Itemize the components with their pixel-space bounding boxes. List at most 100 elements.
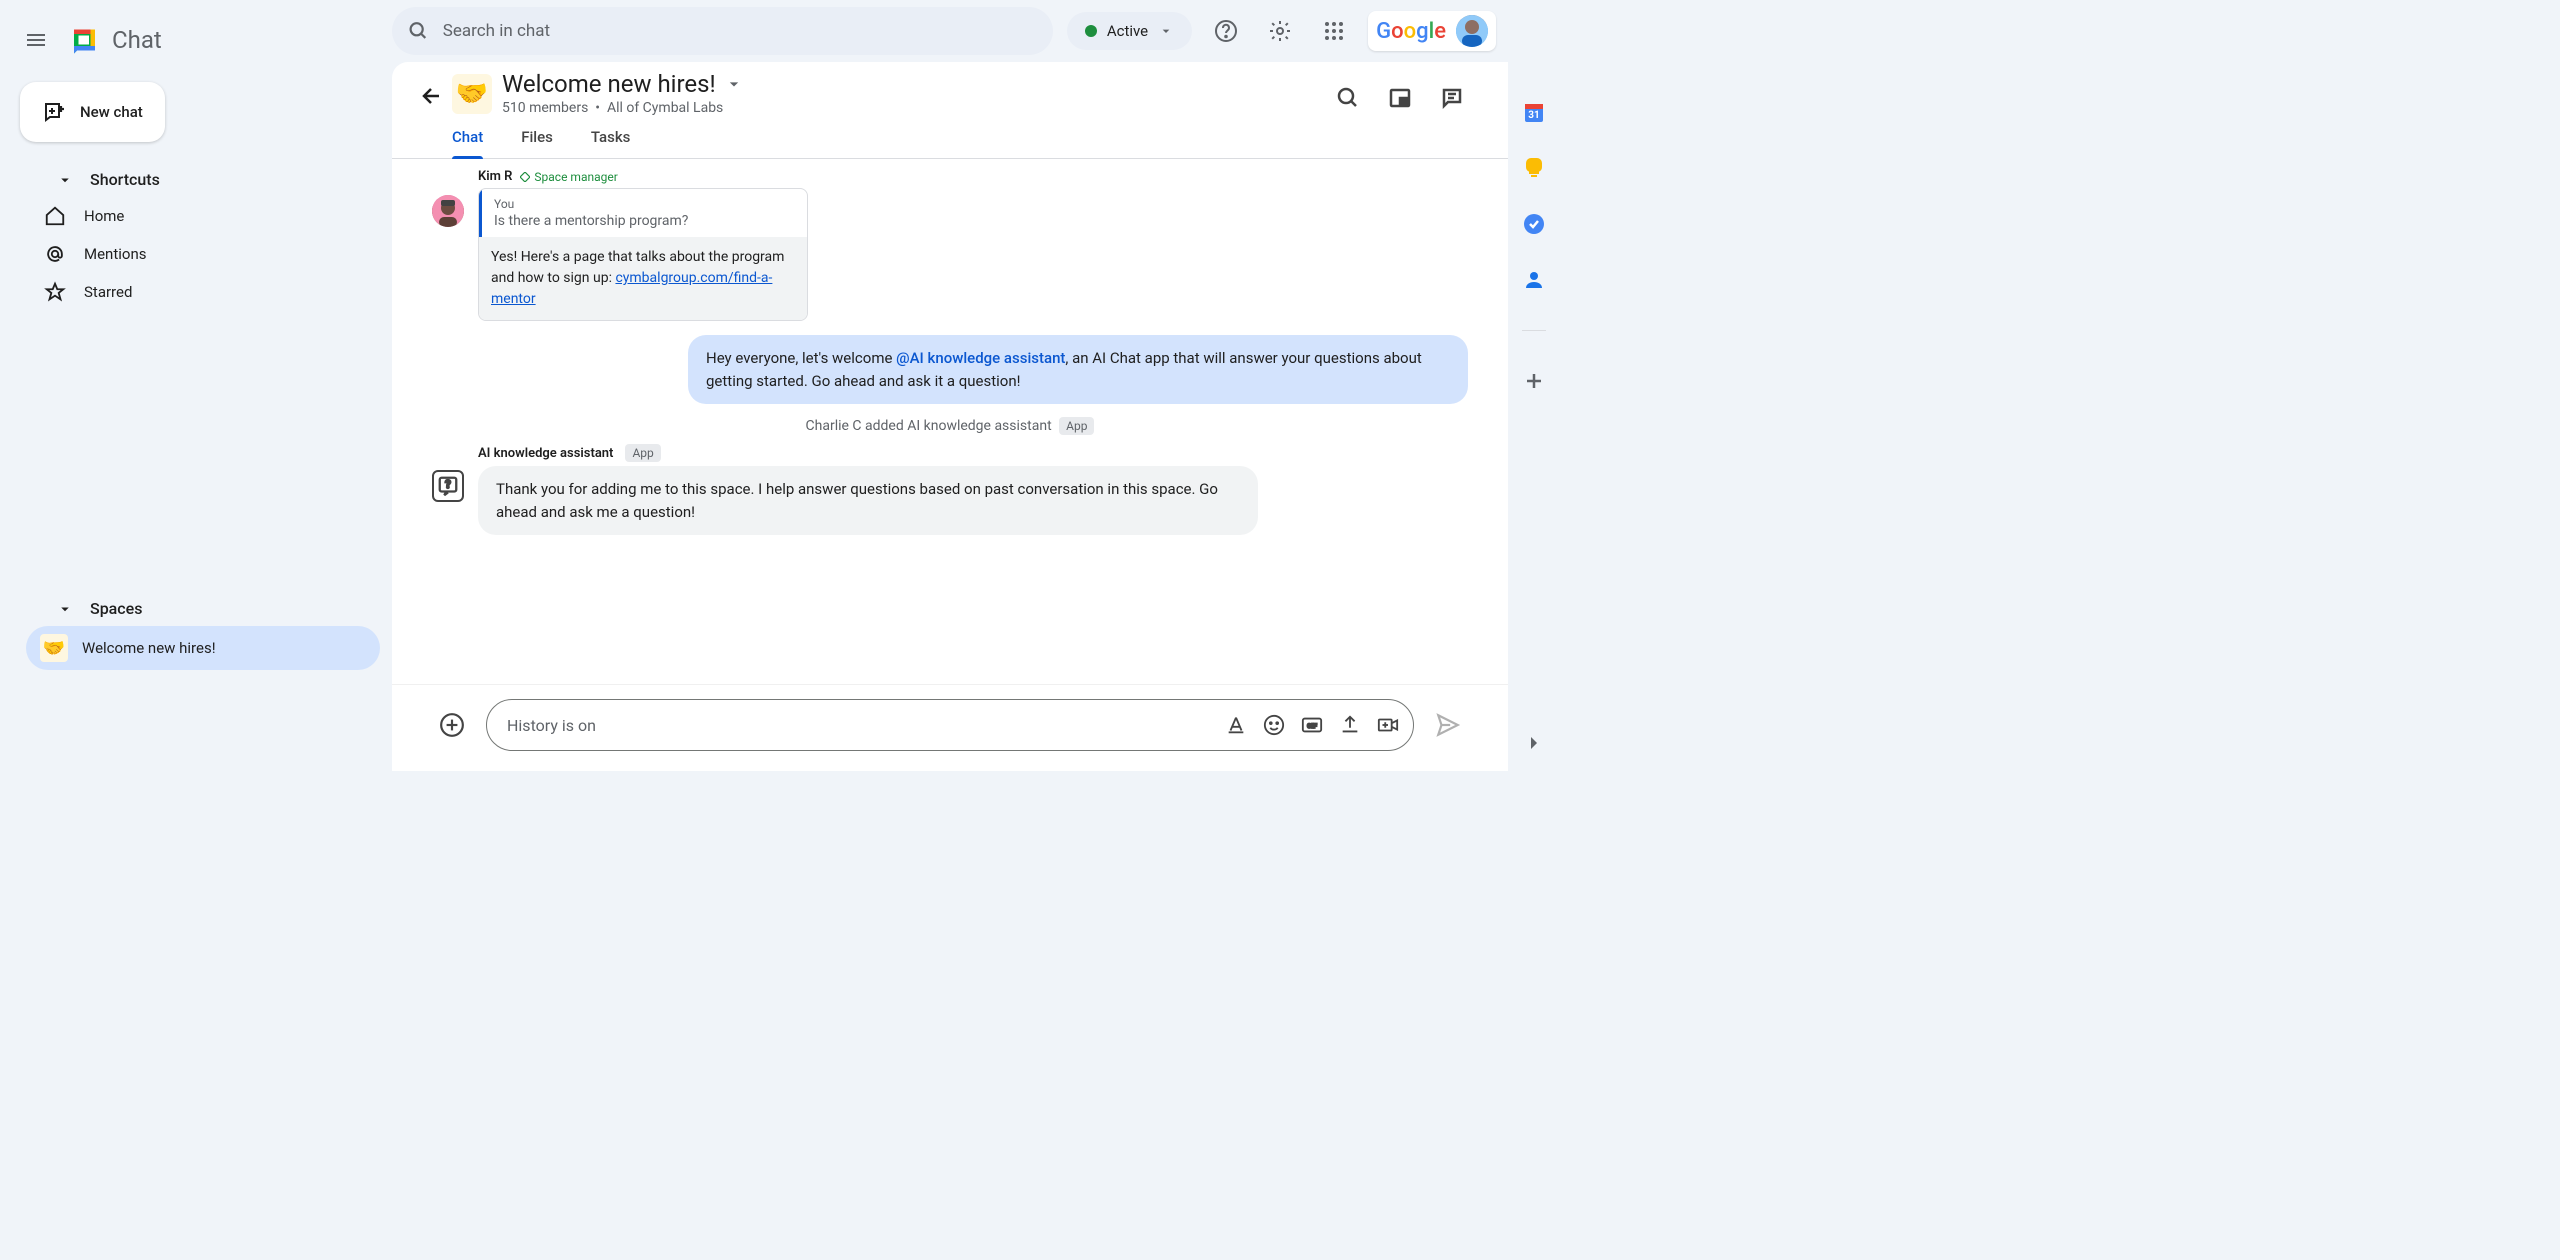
message-author: AI knowledge assistant xyxy=(478,446,613,461)
space-item-welcome[interactable]: 🤝 Welcome new hires! xyxy=(26,626,380,670)
get-addons-button[interactable] xyxy=(1522,369,1546,393)
nav-starred[interactable]: Starred xyxy=(0,273,392,311)
menu-button[interactable] xyxy=(16,20,56,60)
svg-text:31: 31 xyxy=(1528,110,1539,121)
new-chat-label: New chat xyxy=(80,103,143,121)
space-title-dropdown[interactable]: Welcome new hires! xyxy=(502,70,1328,98)
apps-grid-icon xyxy=(1322,19,1346,43)
popout-icon xyxy=(1388,86,1412,110)
tab-files[interactable]: Files xyxy=(521,128,553,158)
video-call-icon[interactable] xyxy=(1377,714,1399,736)
quote-text: Is there a mentorship program? xyxy=(494,213,795,229)
quote-sender: You xyxy=(494,197,795,211)
message-author: Kim R xyxy=(478,169,512,184)
assistant-bubble: Thank you for adding me to this space. I… xyxy=(478,466,1258,535)
emoji-icon[interactable] xyxy=(1263,714,1285,736)
compose-input[interactable] xyxy=(507,716,1225,735)
settings-button[interactable] xyxy=(1260,11,1300,51)
left-sidebar: Chat New chat Shortcuts Home Mentions St… xyxy=(0,0,392,771)
top-bar: Chat xyxy=(0,12,392,68)
mention-assistant[interactable]: @AI knowledge assistant xyxy=(896,349,1065,367)
format-text-icon[interactable] xyxy=(1225,714,1247,736)
new-chat-button[interactable]: New chat xyxy=(20,82,165,142)
collapse-panel-button[interactable] xyxy=(1522,731,1546,755)
space-emoji-icon: 🤝 xyxy=(40,634,68,662)
nav-starred-label: Starred xyxy=(84,283,132,301)
help-icon xyxy=(1214,19,1238,43)
compose-area: GIF xyxy=(392,684,1508,771)
status-dot-icon xyxy=(1085,25,1097,37)
chat-logo-icon xyxy=(68,22,104,58)
avatar-icon xyxy=(1456,15,1488,47)
message-kim: Kim R Space manager You Is there a mento… xyxy=(432,169,1468,321)
tasks-icon xyxy=(1522,212,1546,236)
contacts-panel-button[interactable] xyxy=(1522,268,1546,292)
chevron-right-icon xyxy=(1522,731,1546,755)
divider xyxy=(1522,330,1546,331)
calendar-icon: 31 xyxy=(1522,100,1546,124)
space-item-label: Welcome new hires! xyxy=(82,639,216,657)
space-title: Welcome new hires! xyxy=(502,70,716,98)
chat-icon xyxy=(1440,86,1464,110)
tasks-panel-button[interactable] xyxy=(1522,212,1546,236)
back-button[interactable] xyxy=(412,76,452,116)
message-content: Kim R Space manager You Is there a mento… xyxy=(478,169,1468,321)
shortcuts-header[interactable]: Shortcuts xyxy=(0,162,392,197)
search-bar[interactable] xyxy=(392,7,1053,55)
search-input[interactable] xyxy=(443,21,1037,41)
home-icon xyxy=(44,205,66,227)
own-message: Hey everyone, let's welcome @AI knowledg… xyxy=(432,335,1468,404)
google-account[interactable]: Google xyxy=(1368,11,1496,51)
nav-mentions[interactable]: Mentions xyxy=(0,235,392,273)
apps-button[interactable] xyxy=(1314,11,1354,51)
status-chip[interactable]: Active xyxy=(1067,12,1192,50)
chat-container: 🤝 Welcome new hires! 510 members • All o… xyxy=(392,62,1508,771)
tab-tasks[interactable]: Tasks xyxy=(591,128,631,158)
spaces-label: Spaces xyxy=(90,599,142,618)
own-message-bubble: Hey everyone, let's welcome @AI knowledg… xyxy=(688,335,1468,404)
mention-icon xyxy=(44,243,66,265)
keep-panel-button[interactable] xyxy=(1522,156,1546,180)
gear-icon xyxy=(1268,19,1292,43)
person-icon xyxy=(1522,268,1546,292)
diamond-icon xyxy=(520,172,530,182)
nav-home-label: Home xyxy=(84,207,124,225)
avatar-icon xyxy=(432,195,464,227)
thread-summary-button[interactable] xyxy=(1432,78,1472,118)
message-content: AI knowledge assistant App Thank you for… xyxy=(478,444,1468,535)
search-icon xyxy=(1336,86,1360,110)
nav-mentions-label: Mentions xyxy=(84,245,146,263)
badge-label: Space manager xyxy=(534,170,617,184)
status-label: Active xyxy=(1107,22,1148,40)
svg-text:GIF: GIF xyxy=(1307,722,1317,730)
help-button[interactable] xyxy=(1206,11,1246,51)
upload-icon[interactable] xyxy=(1339,714,1361,736)
compose-icons: GIF xyxy=(1225,714,1399,736)
spaces-section: Spaces 🤝 Welcome new hires! xyxy=(0,591,392,670)
search-icon xyxy=(408,20,429,42)
spaces-header[interactable]: Spaces xyxy=(0,591,392,626)
main-wrapper: Active Google 🤝 Welcome new hires! xyxy=(392,0,1508,771)
plus-icon xyxy=(1522,369,1546,393)
chat-logo[interactable]: Chat xyxy=(68,22,162,58)
app-badge: App xyxy=(1059,417,1094,435)
compose-add-button[interactable] xyxy=(432,705,472,745)
quoted-message: You Is there a mentorship program? xyxy=(479,189,807,237)
hamburger-icon xyxy=(24,28,48,52)
caret-down-icon xyxy=(56,600,74,618)
chevron-down-icon xyxy=(1158,23,1174,39)
compose-box[interactable]: GIF xyxy=(486,699,1414,751)
tab-chat[interactable]: Chat xyxy=(452,128,483,158)
message-header: Kim R Space manager xyxy=(478,169,1468,184)
message-assistant: ? AI knowledge assistant App Thank you f… xyxy=(432,444,1468,535)
space-tabs: Chat Files Tasks xyxy=(392,118,1508,159)
calendar-panel-button[interactable]: 31 xyxy=(1522,100,1546,124)
gif-icon[interactable]: GIF xyxy=(1301,714,1323,736)
send-button[interactable] xyxy=(1428,705,1468,745)
quote-reply-box: You Is there a mentorship program? Yes! … xyxy=(478,188,808,321)
space-search-button[interactable] xyxy=(1328,78,1368,118)
system-message: Charlie C added AI knowledge assistant A… xyxy=(432,418,1468,434)
shortcuts-label: Shortcuts xyxy=(90,170,160,189)
popout-button[interactable] xyxy=(1380,78,1420,118)
nav-home[interactable]: Home xyxy=(0,197,392,235)
